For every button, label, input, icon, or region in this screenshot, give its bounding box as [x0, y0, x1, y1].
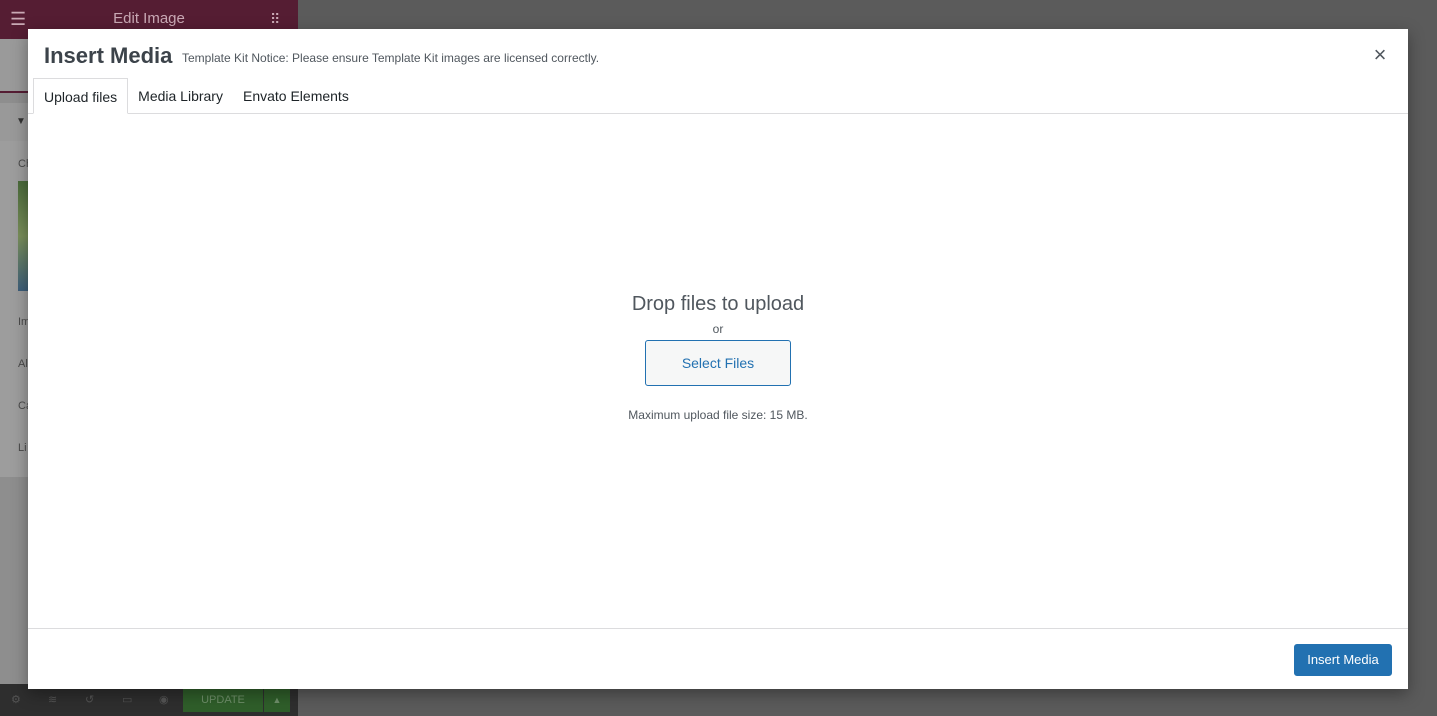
apps-grid-icon[interactable]: ⠿	[270, 11, 280, 27]
control-label: Li	[18, 442, 27, 454]
settings-icon[interactable]: ⚙	[11, 693, 21, 706]
update-button[interactable]: UPDATE	[183, 688, 263, 712]
modal-title: Insert Media	[44, 43, 173, 68]
drop-files-title: Drop files to upload	[631, 293, 805, 315]
media-tabs: Upload files Media Library Envato Elemen…	[33, 78, 359, 114]
update-options-icon[interactable]: ▲	[264, 688, 290, 712]
footer-divider	[28, 628, 1408, 629]
or-text: or	[712, 322, 724, 336]
upload-dropzone[interactable]: Drop files to upload or Select Files Max…	[28, 293, 1408, 422]
navigator-icon[interactable]: ≋	[48, 693, 57, 706]
tab-envato-elements[interactable]: Envato Elements	[233, 78, 359, 114]
control-label: Al	[18, 358, 28, 370]
max-upload-size: Maximum upload file size: 15 MB.	[628, 408, 808, 422]
tab-upload-files[interactable]: Upload files	[33, 78, 129, 114]
responsive-icon[interactable]: ▭	[122, 693, 132, 706]
close-icon[interactable]: ×	[1370, 44, 1390, 66]
select-files-button[interactable]: Select Files	[645, 340, 791, 386]
tab-media-library[interactable]: Media Library	[128, 78, 233, 114]
editor-title: Edit Image	[113, 10, 185, 27]
insert-media-modal: Insert Media Template Kit Notice: Please…	[28, 29, 1408, 689]
insert-media-button[interactable]: Insert Media	[1294, 644, 1392, 676]
history-icon[interactable]: ↺	[85, 693, 94, 706]
preview-eye-icon[interactable]: ◉	[159, 693, 169, 706]
caret-down-icon: ▼	[16, 116, 26, 127]
template-kit-notice: Template Kit Notice: Please ensure Templ…	[182, 51, 600, 65]
